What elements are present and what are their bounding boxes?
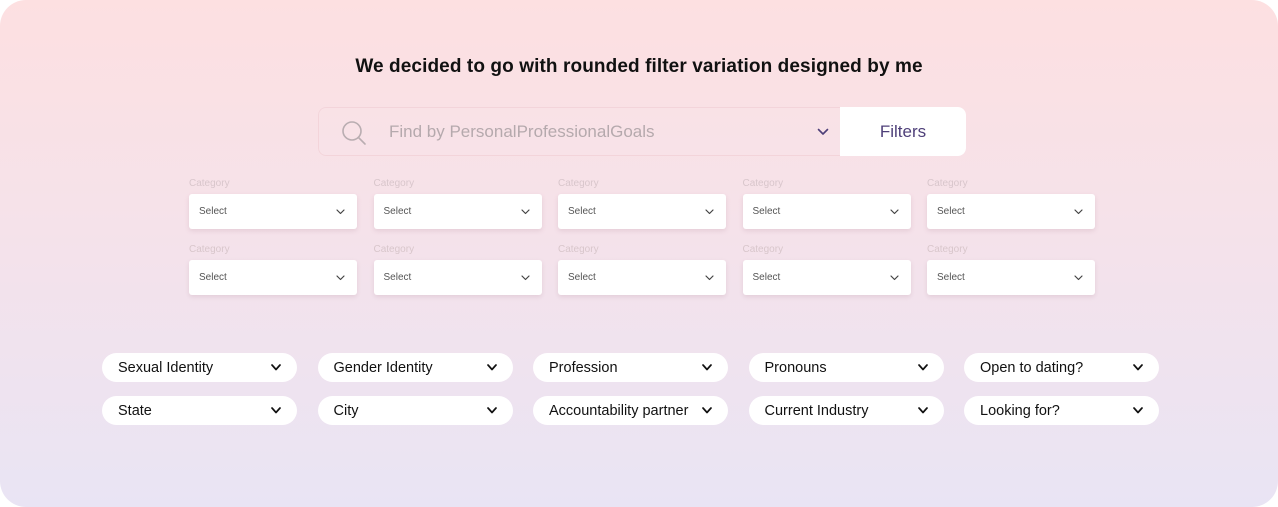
category-select[interactable]: Select bbox=[742, 260, 911, 295]
chevron-down-icon bbox=[1133, 364, 1143, 371]
category-label: Category bbox=[927, 244, 968, 255]
filter-pill-accountability-partner[interactable]: Accountability partner bbox=[533, 396, 728, 425]
category-select[interactable]: Select bbox=[373, 194, 542, 229]
filter-pill-label: City bbox=[333, 403, 359, 419]
category-label: Category bbox=[558, 178, 599, 189]
category-select[interactable]: Select bbox=[558, 260, 726, 295]
select-value: Select bbox=[199, 206, 227, 217]
category-label: Category bbox=[927, 178, 968, 189]
filter-pill-label: Open to dating? bbox=[980, 360, 1084, 376]
chevron-down-icon bbox=[917, 364, 928, 371]
chevron-down-icon bbox=[271, 407, 281, 414]
chevron-down-icon bbox=[889, 275, 899, 281]
category-field: Category Select bbox=[558, 178, 726, 236]
category-field: Category Select bbox=[373, 244, 542, 302]
category-label: Category bbox=[373, 178, 415, 189]
chevron-down-icon bbox=[705, 275, 714, 281]
category-label: Category bbox=[189, 178, 230, 189]
chevron-down-icon bbox=[1074, 275, 1083, 281]
filter-showcase: We decided to go with rounded filter var… bbox=[0, 0, 1278, 507]
category-label: Category bbox=[742, 178, 784, 189]
filter-pill-pronouns[interactable]: Pronouns bbox=[748, 353, 944, 382]
filter-pill-label: Profession bbox=[549, 360, 618, 376]
chevron-down-icon bbox=[1133, 407, 1143, 414]
rounded-filter-grid: Sexual Identity Gender Identity Professi… bbox=[102, 353, 1160, 425]
category-label: Category bbox=[189, 244, 230, 255]
filter-pill-profession[interactable]: Profession bbox=[533, 353, 728, 382]
category-field: Category Select bbox=[742, 178, 911, 236]
filter-pill-label: Sexual Identity bbox=[118, 360, 214, 376]
filter-pill-label: Gender Identity bbox=[333, 360, 433, 376]
chevron-down-icon bbox=[486, 407, 497, 414]
select-value: Select bbox=[199, 272, 227, 283]
category-select[interactable]: Select bbox=[189, 194, 357, 229]
chevron-down-icon bbox=[702, 407, 712, 414]
chevron-down-icon bbox=[889, 209, 899, 215]
category-field: Category Select bbox=[742, 244, 911, 302]
category-field: Category Select bbox=[373, 178, 542, 236]
filter-pill-label: Accountability partner bbox=[549, 403, 689, 419]
filter-pill-city[interactable]: City bbox=[317, 396, 513, 425]
filter-pill-current-industry[interactable]: Current Industry bbox=[748, 396, 944, 425]
chevron-down-icon bbox=[702, 364, 712, 371]
category-label: Category bbox=[742, 244, 784, 255]
select-value: Select bbox=[752, 272, 781, 283]
search-icon bbox=[342, 121, 366, 145]
category-field: Category Select bbox=[927, 244, 1095, 302]
category-select-grid: Category Select Category Select Category… bbox=[189, 178, 1095, 302]
select-value: Select bbox=[937, 206, 965, 217]
category-field: Category Select bbox=[189, 178, 357, 236]
filter-pill-looking-for[interactable]: Looking for? bbox=[964, 396, 1159, 425]
category-field: Category Select bbox=[927, 178, 1095, 236]
select-value: Select bbox=[383, 272, 412, 283]
filter-pill-sexual-identity[interactable]: Sexual Identity bbox=[102, 353, 297, 382]
chevron-down-icon bbox=[271, 364, 281, 371]
category-select[interactable]: Select bbox=[189, 260, 357, 295]
category-label: Category bbox=[558, 244, 599, 255]
select-value: Select bbox=[752, 206, 781, 217]
chevron-down-icon bbox=[1074, 209, 1083, 215]
chevron-down-icon bbox=[520, 275, 530, 281]
category-select[interactable]: Select bbox=[373, 260, 542, 295]
category-field: Category Select bbox=[558, 244, 726, 302]
filter-pill-open-to-dating[interactable]: Open to dating? bbox=[964, 353, 1159, 382]
chevron-down-icon bbox=[336, 275, 345, 281]
chevron-down-icon bbox=[486, 364, 497, 371]
chevron-down-icon[interactable] bbox=[817, 128, 829, 136]
chevron-down-icon bbox=[520, 209, 530, 215]
category-select[interactable]: Select bbox=[927, 260, 1095, 295]
category-select[interactable]: Select bbox=[742, 194, 911, 229]
category-field: Category Select bbox=[189, 244, 357, 302]
filter-pill-label: Current Industry bbox=[764, 403, 869, 419]
filter-pill-label: Pronouns bbox=[764, 360, 827, 376]
category-select[interactable]: Select bbox=[927, 194, 1095, 229]
filter-pill-label: Looking for? bbox=[980, 403, 1060, 419]
chevron-down-icon bbox=[336, 209, 345, 215]
select-value: Select bbox=[568, 206, 596, 217]
search-bar: Filters bbox=[318, 107, 966, 156]
filter-pill-gender-identity[interactable]: Gender Identity bbox=[317, 353, 513, 382]
chevron-down-icon bbox=[705, 209, 714, 215]
category-select[interactable]: Select bbox=[558, 194, 726, 229]
filter-pill-label: State bbox=[118, 403, 152, 419]
select-value: Select bbox=[383, 206, 412, 217]
search-field[interactable] bbox=[318, 107, 840, 156]
search-input[interactable] bbox=[389, 108, 809, 155]
filters-button[interactable]: Filters bbox=[840, 107, 966, 156]
select-value: Select bbox=[937, 272, 965, 283]
select-value: Select bbox=[568, 272, 596, 283]
page-title: We decided to go with rounded filter var… bbox=[355, 56, 923, 77]
category-label: Category bbox=[373, 244, 415, 255]
chevron-down-icon bbox=[917, 407, 928, 414]
filter-pill-state[interactable]: State bbox=[102, 396, 297, 425]
